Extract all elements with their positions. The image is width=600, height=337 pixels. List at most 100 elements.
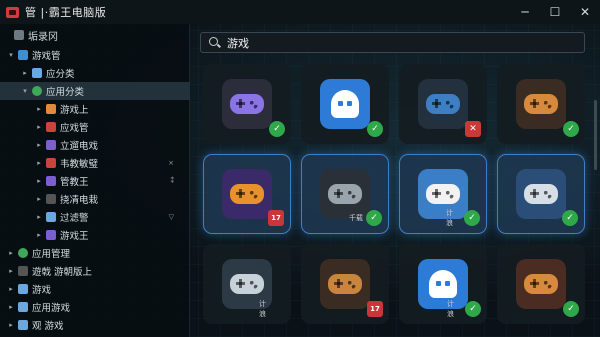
sidebar-item[interactable]: ▸ 观 游戏 bbox=[0, 316, 190, 334]
app-icon bbox=[18, 266, 28, 276]
search-input[interactable] bbox=[227, 36, 567, 49]
app-icon bbox=[46, 122, 56, 132]
chevron-down-icon[interactable]: ▾ bbox=[20, 87, 30, 95]
sidebar-item[interactable]: ▾ 应用分类 bbox=[0, 82, 190, 100]
close-button[interactable]: ✕ bbox=[570, 0, 600, 24]
gamepad-buttons bbox=[445, 100, 454, 109]
app-tile[interactable]: ✓ bbox=[497, 244, 585, 324]
sidebar-item-label: 挠凊电栽 bbox=[60, 195, 99, 206]
sidebar-item[interactable]: ▸ 韦教敏璧 × bbox=[0, 154, 190, 172]
sidebar-item[interactable]: ▸ 应用管理 bbox=[0, 244, 190, 262]
gamepad-shape bbox=[230, 94, 264, 114]
sidebar-item[interactable]: ▸ 过滤警 ▽ bbox=[0, 208, 190, 226]
gamepad-shape bbox=[230, 274, 264, 294]
search-icon bbox=[209, 36, 221, 49]
sidebar-item-tail: ▽ bbox=[168, 213, 174, 221]
title-bar: 管 |·霸王电脑版 ─ ☐ ✕ bbox=[0, 0, 600, 24]
search-box[interactable] bbox=[200, 32, 585, 53]
orange-tools-icon bbox=[516, 79, 566, 129]
purple-gamepad-icon bbox=[222, 79, 272, 129]
status-badge: 17 bbox=[367, 301, 383, 317]
app-tile[interactable]: ✓ 计 浪 bbox=[399, 154, 487, 234]
app-tile[interactable]: ✓ bbox=[203, 64, 291, 144]
check-badge-icon: ✓ bbox=[563, 301, 579, 317]
list-icon bbox=[14, 30, 24, 40]
chevron-right-icon[interactable]: ▸ bbox=[34, 231, 44, 239]
app-tile[interactable]: ✓ 千载 bbox=[301, 154, 389, 234]
chevron-right-icon[interactable]: ▸ bbox=[34, 213, 44, 221]
disabled-tools-icon bbox=[516, 259, 566, 309]
chevron-right-icon[interactable]: ▸ bbox=[20, 69, 30, 77]
sidebar-item-label: 遊戟 游朝版上 bbox=[32, 267, 93, 278]
sidebar-item[interactable]: ▸ 应戏管 bbox=[0, 118, 190, 136]
gamepad-shape bbox=[426, 184, 460, 204]
chevron-right-icon[interactable]: ▸ bbox=[34, 159, 44, 167]
app-tile[interactable]: 17 bbox=[301, 244, 389, 324]
window-title: 管 |·霸王电脑版 bbox=[25, 6, 107, 19]
app-logo-icon bbox=[6, 6, 19, 18]
gamepad-shape bbox=[426, 94, 460, 114]
chevron-right-icon[interactable]: ▸ bbox=[6, 249, 16, 257]
minimize-button[interactable]: ─ bbox=[510, 0, 540, 24]
app-icon bbox=[46, 230, 56, 240]
app-tile[interactable]: ✓ bbox=[497, 154, 585, 234]
sidebar-item-label: 游戏管 bbox=[32, 51, 61, 62]
app-icon bbox=[18, 248, 28, 258]
chevron-right-icon[interactable]: ▸ bbox=[34, 177, 44, 185]
app-window: 管 |·霸王电脑版 ─ ☐ ✕ 垢录冈 ▾ 游戏管 ▸ 应分类 ▾ 应用分类 ▸ 游戏上 ▸ 应戏… bbox=[0, 0, 600, 337]
maximize-button[interactable]: ☐ bbox=[540, 0, 570, 24]
chevron-right-icon[interactable]: ▸ bbox=[34, 141, 44, 149]
sidebar-item[interactable]: ▸ 游戏上 bbox=[0, 100, 190, 118]
status-badge: 17 bbox=[268, 210, 284, 226]
sidebar-item[interactable]: ▸ 管教王 ⁑ bbox=[0, 172, 190, 190]
app-icon bbox=[32, 68, 42, 78]
grid-scrollbar[interactable] bbox=[594, 100, 597, 170]
sidebar-item-label: 应用游戏 bbox=[32, 303, 71, 314]
gamepad-buttons bbox=[249, 190, 258, 199]
tile-caption: 千载 bbox=[349, 214, 363, 222]
sidebar-item-label: 立遛电戏 bbox=[60, 141, 99, 152]
gamepad-shape bbox=[524, 184, 558, 204]
blue-ghost-icon bbox=[320, 79, 370, 129]
app-icon bbox=[46, 212, 56, 222]
sidebar-item-tail: ⁑ bbox=[170, 177, 175, 185]
gamepad-buttons bbox=[249, 100, 258, 109]
sidebar-item[interactable]: ▸ 游戏 bbox=[0, 280, 190, 298]
chevron-right-icon[interactable]: ▸ bbox=[6, 303, 16, 311]
chevron-right-icon[interactable]: ▸ bbox=[34, 105, 44, 113]
chevron-right-icon[interactable]: ▾ bbox=[6, 51, 16, 59]
sidebar-header[interactable]: 垢录冈 bbox=[0, 24, 189, 46]
app-icon bbox=[46, 140, 56, 150]
app-tile[interactable]: ✓ bbox=[301, 64, 389, 144]
gamepad-buttons bbox=[445, 190, 454, 199]
sidebar-item[interactable]: ▸ 应分类 bbox=[0, 64, 190, 82]
app-tile[interactable]: 计 浪 bbox=[203, 244, 291, 324]
sidebar-item[interactable]: ▸ 挠凊电栽 bbox=[0, 190, 190, 208]
sidebar-item[interactable]: ▸ 应用游戏 bbox=[0, 298, 190, 316]
sidebar-item[interactable]: ▾ 游戏管 bbox=[0, 46, 190, 64]
sidebar-item[interactable]: ▸ 立遛电戏 bbox=[0, 136, 190, 154]
chevron-right-icon[interactable]: ▸ bbox=[34, 123, 44, 131]
chevron-right-icon[interactable]: ▸ bbox=[6, 321, 16, 329]
chevron-right-icon[interactable]: ▸ bbox=[6, 285, 16, 293]
chevron-right-icon[interactable]: ▸ bbox=[6, 267, 16, 275]
gamepad-buttons bbox=[347, 190, 356, 199]
sidebar-item-label: 管教王 bbox=[60, 177, 89, 188]
sidebar-item[interactable]: ▸ 游戏王 bbox=[0, 226, 190, 244]
check-badge-icon: ✓ bbox=[367, 121, 383, 137]
chevron-right-icon[interactable]: ▸ bbox=[34, 195, 44, 203]
app-tile[interactable]: 17 bbox=[203, 154, 291, 234]
app-icon bbox=[46, 158, 56, 168]
app-tile[interactable]: ✓ 计 浪 bbox=[399, 244, 487, 324]
gamepad-buttons bbox=[249, 280, 258, 289]
sidebar-item-label: 游戏王 bbox=[60, 231, 89, 242]
gamepad-shape bbox=[328, 184, 362, 204]
sidebar-item-label: 应分类 bbox=[46, 69, 75, 80]
app-tile[interactable]: ✓ bbox=[497, 64, 585, 144]
sidebar-item-label: 游戏上 bbox=[60, 105, 89, 116]
error-badge-icon: ✕ bbox=[465, 121, 481, 137]
app-tile[interactable]: ✕ bbox=[399, 64, 487, 144]
sidebar-header-label: 垢录冈 bbox=[28, 31, 58, 43]
check-badge-icon: ✓ bbox=[464, 210, 480, 226]
sidebar-item[interactable]: ▸ 遊戟 游朝版上 bbox=[0, 262, 190, 280]
